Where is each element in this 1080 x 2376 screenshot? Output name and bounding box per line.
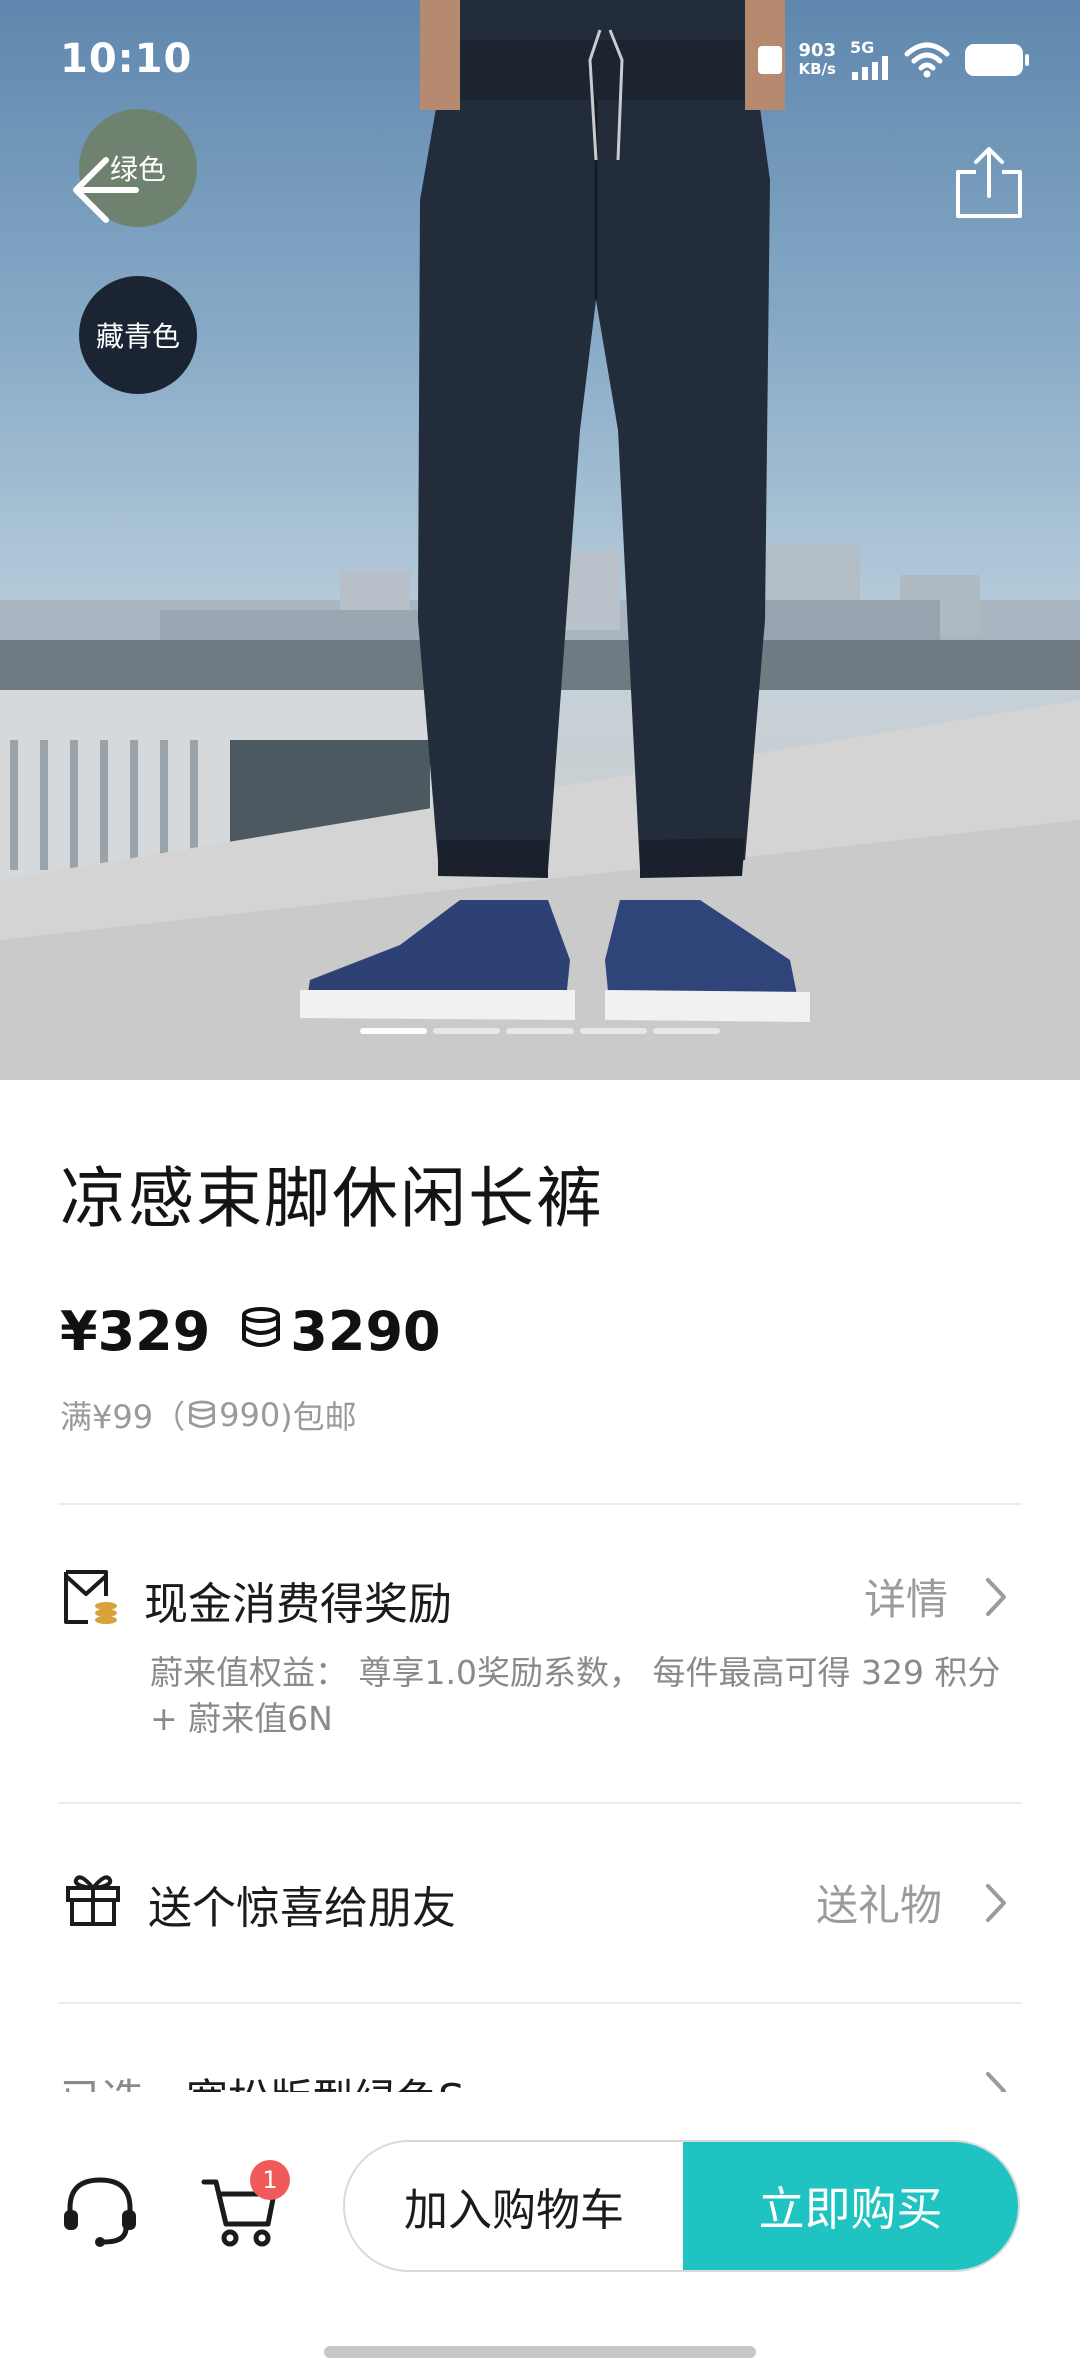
points-coin-icon bbox=[189, 1400, 216, 1428]
gift-title: 送个惊喜给朋友 bbox=[148, 1883, 456, 1934]
image-pager bbox=[360, 1028, 721, 1034]
net-speed-value: 903 bbox=[798, 40, 836, 61]
color-option-label: 藏青色 bbox=[95, 320, 180, 353]
divider bbox=[58, 2002, 1022, 2004]
chevron-right-icon bbox=[986, 1884, 1006, 1922]
net-speed: 903 KB/s bbox=[798, 40, 836, 79]
gift-icon bbox=[66, 1875, 120, 1926]
net-speed-unit: KB/s bbox=[798, 60, 836, 78]
send-gift-link[interactable]: 送礼物 bbox=[816, 1872, 942, 1933]
points-price: 3290 bbox=[290, 1300, 441, 1363]
chevron-right-icon bbox=[986, 2072, 1006, 2092]
reward-details-link[interactable]: 详情 bbox=[864, 1566, 948, 1627]
selected-value: 宽松版型绿色S bbox=[186, 2066, 465, 2092]
reward-description: 蔚来值权益： 尊享1.0奖励系数， 每件最高可得 329 积分 + 蔚来值6N bbox=[150, 1653, 1001, 1738]
selected-label: 已选 bbox=[60, 2066, 144, 2092]
reward-envelope-icon bbox=[64, 1570, 117, 1624]
notification-icon bbox=[758, 46, 783, 74]
bottom-action-bar: 1 加入购物车 立即购买 bbox=[0, 2094, 1080, 2376]
shipping-prefix: 满¥99（ bbox=[60, 1398, 186, 1436]
wifi-icon bbox=[904, 42, 950, 78]
network-type: 5G bbox=[850, 38, 875, 57]
shipping-suffix: )包邮 bbox=[280, 1398, 357, 1436]
selected-variant-row[interactable]: 已选 宽松版型绿色S bbox=[60, 2062, 1020, 2092]
signal-icon bbox=[852, 56, 888, 80]
customer-service-icon[interactable] bbox=[60, 2172, 140, 2252]
cash-price: ¥329 bbox=[60, 1300, 211, 1363]
home-indicator[interactable] bbox=[324, 2346, 756, 2358]
product-title: 凉感束脚休闲长裤 bbox=[60, 1160, 604, 1237]
shipping-points: 990 bbox=[219, 1396, 281, 1434]
signal-group: 5G bbox=[850, 40, 890, 80]
purchase-buttons: 加入购物车 立即购买 bbox=[343, 2140, 1020, 2272]
chevron-right-icon bbox=[986, 1578, 1006, 1616]
shipping-info: 满¥99（ 990 )包邮 bbox=[60, 1392, 357, 1438]
share-icon[interactable] bbox=[954, 146, 1024, 220]
divider bbox=[58, 1802, 1022, 1804]
color-option-navy[interactable]: 藏青色 bbox=[79, 276, 197, 394]
buy-now-button[interactable]: 立即购买 bbox=[683, 2142, 1018, 2270]
divider bbox=[58, 1503, 1022, 1505]
points-coin-icon bbox=[242, 1307, 281, 1347]
cart-count-badge: 1 bbox=[250, 2160, 290, 2200]
status-bar: 10:10 903 KB/s 5G bbox=[0, 0, 1080, 120]
add-to-cart-button[interactable]: 加入购物车 bbox=[345, 2142, 683, 2270]
status-indicators: 903 KB/s 5G bbox=[756, 36, 1030, 84]
battery-icon bbox=[965, 44, 1029, 76]
back-arrow-icon[interactable] bbox=[70, 150, 140, 230]
reward-title: 现金消费得奖励 bbox=[144, 1579, 452, 1630]
price-row: ¥329 3290 bbox=[60, 1300, 441, 1363]
status-time: 10:10 bbox=[60, 36, 193, 82]
